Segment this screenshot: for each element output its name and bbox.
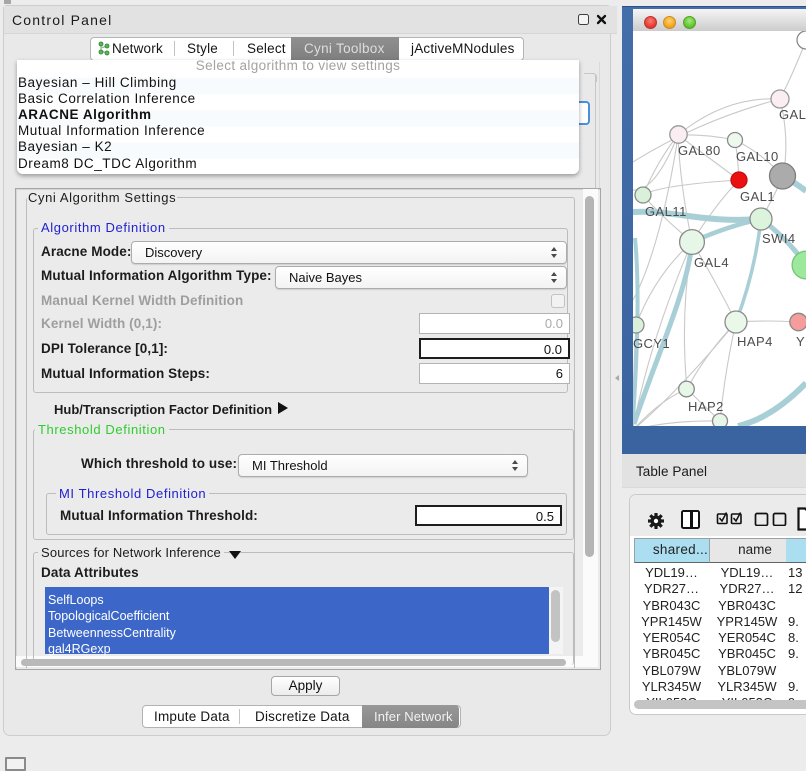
svg-text:GAL4: GAL4 [694, 255, 729, 270]
svg-text:GAL1: GAL1 [740, 189, 775, 204]
svg-text:HAP2: HAP2 [688, 399, 724, 414]
svg-text:GAL7: GAL7 [779, 107, 806, 122]
svg-text:GCY1: GCY1 [633, 336, 670, 351]
svg-text:GAL80: GAL80 [678, 143, 721, 158]
svg-text:GAL11: GAL11 [645, 204, 687, 219]
svg-text:GAL10: GAL10 [736, 149, 779, 164]
svg-text:Y: Y [796, 334, 805, 349]
svg-text:HAP4: HAP4 [737, 334, 773, 349]
svg-text:SWI4: SWI4 [762, 231, 796, 246]
